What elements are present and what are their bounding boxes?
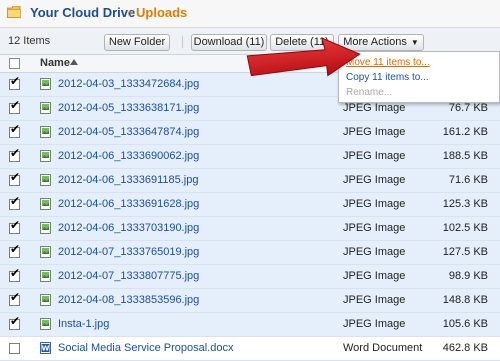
file-name-link[interactable]: 2012-04-05_1333638171.jpg [58,102,199,114]
file-type: JPEG Image [343,294,406,306]
file-size: 71.6 KB [448,174,488,186]
file-row[interactable]: ✔ 2012-04-06_1333690062.jpg JPEG Image 188.… [0,145,500,169]
title-bar: Your Cloud Drive › Uploads [0,0,500,28]
breadcrumb-root[interactable]: Your Cloud Drive [30,5,135,20]
file-row[interactable]: ✔ 2012-04-05_1333647874.jpg JPEG Image 161.… [0,121,500,145]
image-file-icon [40,126,51,138]
file-size: 105.6 KB [442,318,488,330]
file-row[interactable]: ✔ 2012-04-06_1333703190.jpg JPEG Image 102.… [0,217,500,241]
checkmark-icon: ✔ [10,290,21,304]
file-row[interactable]: ✔ 2012-04-07_1333765019.jpg JPEG Image 127.… [0,241,500,265]
file-name-link[interactable]: Insta-1.jpg [58,318,109,330]
sort-ascending-icon[interactable] [70,59,78,65]
row-checkbox[interactable]: ✔ [9,219,20,234]
toolbar-divider [182,36,183,48]
file-row[interactable]: ✔ Insta-1.jpg JPEG Image 105.6 KB [0,313,500,337]
checkmark-icon: ✔ [10,218,21,232]
image-file-icon [40,222,51,234]
file-row[interactable]: ✔ 2012-04-07_1333807775.jpg JPEG Image 98.9… [0,265,500,289]
file-name-link[interactable]: 2012-04-06_1333691628.jpg [58,198,199,210]
file-size: 188.5 KB [442,150,488,162]
image-file-icon [40,270,51,282]
image-file-icon [40,78,51,90]
row-checkbox[interactable]: ✔ [9,171,20,186]
file-name-link[interactable]: 2012-04-08_1333853596.jpg [58,294,199,306]
file-row[interactable]: W Social Media Service Proposal.docx Word … [0,337,500,361]
image-file-icon [40,174,51,186]
checkmark-icon: ✔ [10,266,21,280]
image-file-icon [40,318,51,330]
checkmark-icon: ✔ [10,146,21,160]
checkmark-icon: ✔ [10,122,21,136]
checkmark-icon: ✔ [10,74,21,88]
checkmark-icon: ✔ [10,314,21,328]
file-size: 161.2 KB [442,126,488,138]
file-type: Word Document [343,342,423,354]
checkmark-icon: ✔ [10,98,21,112]
file-type: JPEG Image [343,126,406,138]
row-checkbox[interactable]: ✔ [9,267,20,282]
file-type: JPEG Image [343,318,406,330]
column-header-name[interactable]: Name [40,57,70,69]
file-type: JPEG Image [343,198,406,210]
row-checkbox[interactable]: ✔ [9,147,20,162]
file-row[interactable]: ✔ 2012-04-06_1333691628.jpg JPEG Image 125.… [0,193,500,217]
chevron-down-icon: ▼ [410,38,419,47]
file-row[interactable]: ✔ 2012-04-06_1333691185.jpg JPEG Image 71.6… [0,169,500,193]
image-file-icon [40,198,51,210]
file-name-link[interactable]: 2012-04-06_1333703190.jpg [58,222,199,234]
image-file-icon [40,294,51,306]
file-type: JPEG Image [343,174,406,186]
file-size: 127.5 KB [442,246,488,258]
checkmark-icon: ✔ [10,242,21,256]
new-folder-button[interactable]: New Folder [104,34,170,51]
file-size: 76.7 KB [448,102,488,114]
file-name-link[interactable]: 2012-04-05_1333647874.jpg [58,126,199,138]
file-size: 148.8 KB [442,294,488,306]
select-all-checkbox[interactable] [9,58,20,69]
word-document-icon: W [40,342,51,354]
file-name-link[interactable]: 2012-04-06_1333690062.jpg [58,150,199,162]
file-list: ✔ 2012-04-03_1333472684.jpg ✔ 2012-04-05_13… [0,73,500,361]
row-checkbox[interactable]: ✔ [9,123,20,138]
item-count: 12 Items [8,35,51,47]
file-name-link[interactable]: Social Media Service Proposal.docx [58,342,233,354]
file-row[interactable]: ✔ 2012-04-08_1333853596.jpg JPEG Image 148.… [0,289,500,313]
file-size: 98.9 KB [448,270,488,282]
file-type: JPEG Image [343,102,406,114]
file-size: 125.3 KB [442,198,488,210]
file-type: JPEG Image [343,222,406,234]
file-type: JPEG Image [343,150,406,162]
file-size: 462.8 KB [442,342,488,354]
row-checkbox[interactable]: ✔ [9,99,20,114]
checkmark-icon: ✔ [10,170,21,184]
file-size: 102.5 KB [442,222,488,234]
row-checkbox[interactable]: ✔ [9,315,20,330]
image-file-icon [40,102,51,114]
file-name-link[interactable]: 2012-04-07_1333807775.jpg [58,270,199,282]
breadcrumb-separator: › [128,5,133,20]
menu-item-rename: Rename... [346,87,393,98]
image-file-icon [40,150,51,162]
image-file-icon [40,246,51,258]
file-type: JPEG Image [343,246,406,258]
file-name-link[interactable]: 2012-04-03_1333472684.jpg [58,78,199,90]
row-checkbox[interactable]: ✔ [9,243,20,258]
row-checkbox[interactable]: ✔ [9,195,20,210]
row-checkbox[interactable]: ✔ [9,75,20,90]
row-checkbox[interactable] [9,343,20,354]
checkmark-icon: ✔ [10,194,21,208]
row-checkbox[interactable]: ✔ [9,291,20,306]
file-type: JPEG Image [343,270,406,282]
file-name-link[interactable]: 2012-04-07_1333765019.jpg [58,246,199,258]
file-name-link[interactable]: 2012-04-06_1333691185.jpg [58,174,198,186]
svg-text:W: W [42,345,50,353]
folder-icon [7,6,21,18]
breadcrumb-current: Uploads [136,5,188,20]
pointer-arrow [246,37,361,77]
